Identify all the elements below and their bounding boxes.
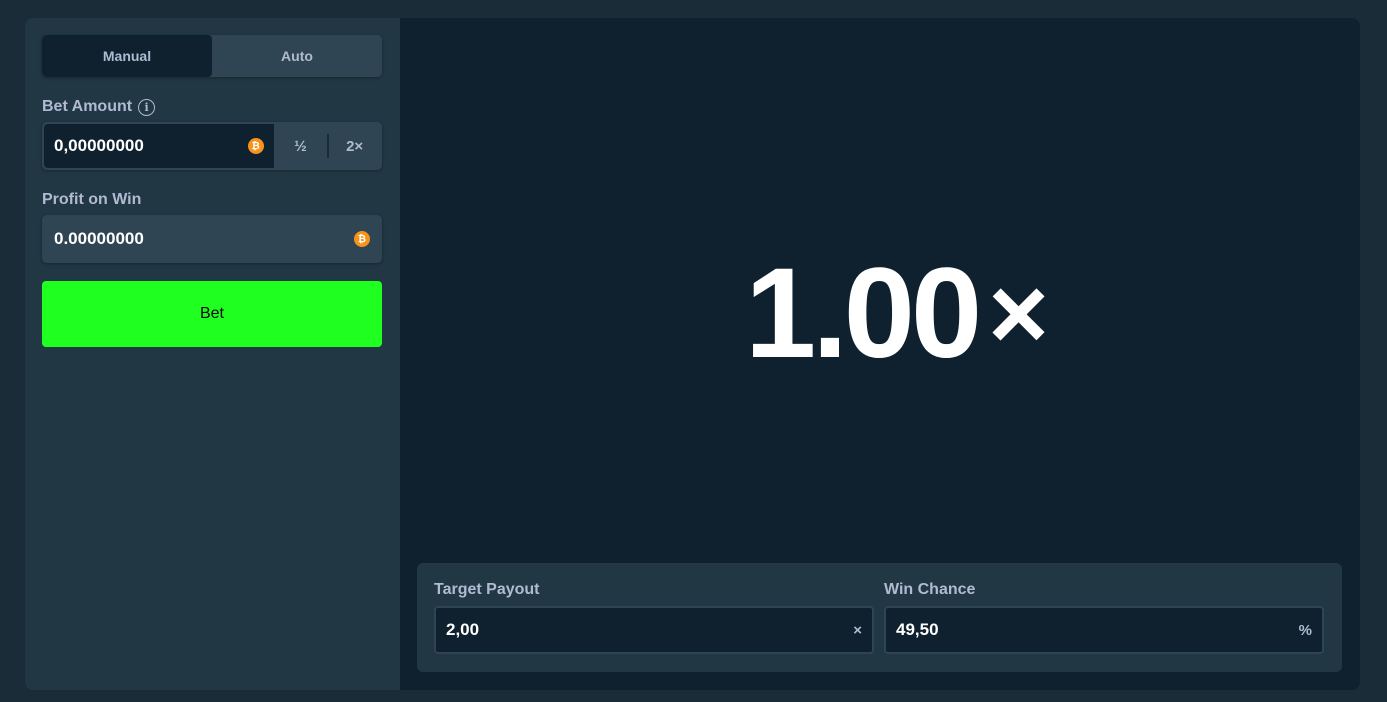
profit-value: 0.00000000: [54, 229, 144, 248]
bet-button[interactable]: Bet: [42, 281, 382, 347]
bet-amount-row: 0,00000000 ₿ ½ 2×: [42, 122, 382, 170]
target-payout-group: Target Payout 2,00 ×: [434, 581, 874, 672]
bet-amount-label-row: Bet Amount i: [42, 97, 382, 117]
percent-icon: %: [1298, 621, 1312, 639]
limbo-game-app: Manual Auto Bet Amount i 0,00000000 ₿ ½ …: [25, 18, 1360, 690]
mode-tabs: Manual Auto: [42, 35, 382, 77]
win-chance-group: Win Chance 49,50 %: [884, 581, 1324, 672]
profit-label: Profit on Win: [42, 191, 142, 208]
game-area: 1.00 × Target Payout 2,00 × Win Chance 4…: [400, 18, 1360, 690]
target-payout-label: Target Payout: [434, 581, 540, 598]
multiplier-value: 1.00: [745, 242, 982, 385]
bet-amount-value[interactable]: 0,00000000: [54, 136, 144, 156]
payout-panel: Target Payout 2,00 × Win Chance 49,50 %: [417, 563, 1342, 672]
info-icon[interactable]: i: [138, 98, 156, 116]
profit-on-win-field: 0.00000000 ₿: [42, 215, 382, 263]
tab-manual[interactable]: Manual: [42, 35, 212, 77]
multiplier-display: 1.00 ×: [745, 250, 1049, 378]
multiply-icon: ×: [853, 621, 862, 639]
bet-amount-input[interactable]: 0,00000000 ₿: [44, 124, 274, 168]
half-bet-button[interactable]: ½: [274, 124, 328, 168]
win-chance-value[interactable]: 49,50: [896, 620, 939, 640]
bitcoin-icon: ₿: [354, 231, 370, 247]
bet-sidebar: Manual Auto Bet Amount i 0,00000000 ₿ ½ …: [25, 18, 400, 690]
tab-auto[interactable]: Auto: [212, 35, 382, 77]
double-bet-button[interactable]: 2×: [329, 124, 380, 168]
target-payout-value[interactable]: 2,00: [446, 620, 479, 640]
profit-label-row: Profit on Win: [42, 190, 382, 210]
multiplier-suffix: ×: [988, 256, 1049, 372]
win-chance-input[interactable]: 49,50 %: [884, 606, 1324, 654]
bitcoin-icon: ₿: [247, 138, 264, 154]
target-payout-input[interactable]: 2,00 ×: [434, 606, 874, 654]
bet-amount-label: Bet Amount: [42, 98, 133, 115]
win-chance-label: Win Chance: [884, 581, 976, 598]
